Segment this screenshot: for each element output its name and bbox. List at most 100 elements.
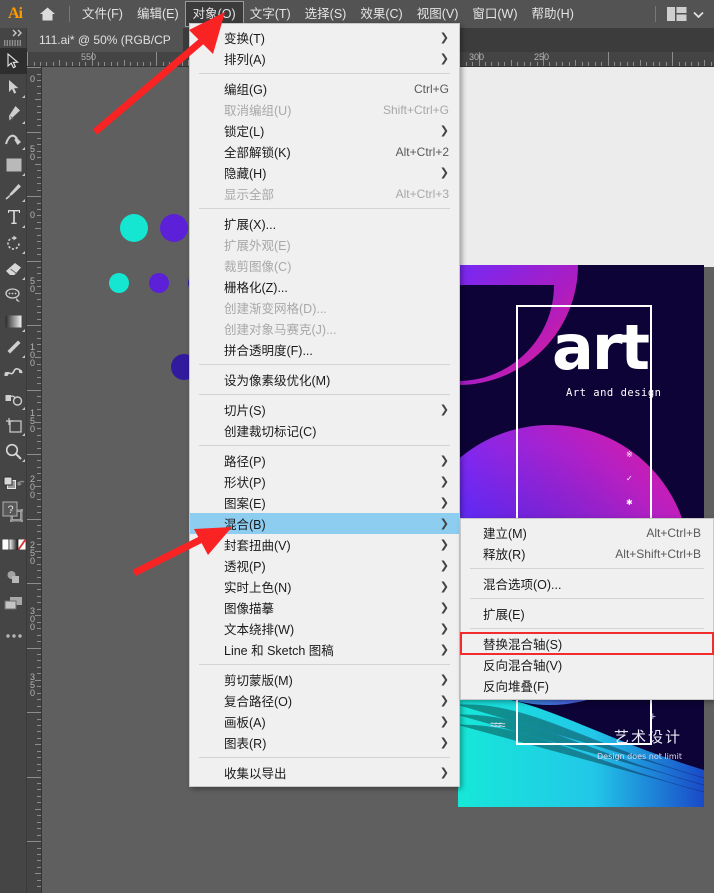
blend-tool[interactable] xyxy=(0,360,27,386)
vertical-ruler[interactable]: 0 50 0 50 100 150 200 250 300 350 xyxy=(27,67,42,893)
object-menu-item[interactable]: 栅格化(Z)... xyxy=(190,276,459,297)
menu-item-label: 栅格化(Z)... xyxy=(224,281,288,295)
rotate-tool[interactable] xyxy=(0,230,27,256)
menu-file[interactable]: 文件(F) xyxy=(75,2,130,26)
object-menu-item[interactable]: 编组(G) Ctrl+G xyxy=(190,78,459,99)
ruler-tick xyxy=(27,325,41,326)
blend-submenu-item[interactable]: 释放(R) Alt+Shift+Ctrl+B xyxy=(461,543,713,564)
collapse-panel-icon[interactable] xyxy=(0,28,26,38)
screen-mode-icon[interactable] xyxy=(0,590,27,616)
object-menu-item[interactable]: 透视(P) ❯ xyxy=(190,555,459,576)
ruler-tick xyxy=(37,395,41,397)
menu-item-shortcut: Alt+Ctrl+2 xyxy=(395,144,449,159)
ruler-tick xyxy=(37,505,41,507)
object-menu-item[interactable]: 扩展(X)... xyxy=(190,213,459,234)
object-menu-dropdown[interactable]: 变换(T) ❯ 排列(A) ❯ 编组(G) Ctrl+G 取消编组(U) Shift+Ctrl… xyxy=(189,23,460,787)
menu-separator xyxy=(199,73,450,74)
drawing-modes-icon[interactable] xyxy=(0,564,27,590)
object-menu-item[interactable]: 文本绕排(W) ❯ xyxy=(190,618,459,639)
drag-handle-icon[interactable] xyxy=(0,38,26,48)
ruler-tick xyxy=(575,60,577,66)
lasso-tool[interactable] xyxy=(0,282,27,308)
blend-submenu-item[interactable]: 反向堆叠(F) xyxy=(461,675,713,696)
type-tool[interactable] xyxy=(0,204,27,230)
eyedropper-tool[interactable] xyxy=(0,334,27,360)
document-tab[interactable]: 111.ai* @ 50% (RGB/CP xyxy=(27,28,183,52)
ruler-tick xyxy=(37,795,41,797)
object-menu-item[interactable]: 全部解锁(K) Alt+Ctrl+2 xyxy=(190,141,459,162)
blend-submenu[interactable]: 建立(M) Alt+Ctrl+B 释放(R) Alt+Shift+Ctrl+B 混合选项… xyxy=(460,518,714,700)
blend-submenu-item[interactable]: 建立(M) Alt+Ctrl+B xyxy=(461,522,713,543)
color-none-gradient-row[interactable] xyxy=(0,531,27,557)
object-menu-item[interactable]: Line 和 Sketch 图稿 ❯ xyxy=(190,639,459,660)
gradient-tool[interactable] xyxy=(0,308,27,334)
ruler-tick xyxy=(37,757,41,759)
ruler-tick xyxy=(156,52,157,66)
object-menu-item[interactable]: 封套扭曲(V) ❯ xyxy=(190,534,459,555)
curvature-tool[interactable] xyxy=(0,126,27,152)
object-menu-item[interactable]: 拼合透明度(F)... xyxy=(190,339,459,360)
object-menu-item[interactable]: 图表(R) ❯ xyxy=(190,732,459,753)
ruler-tick xyxy=(37,441,41,443)
object-menu-item[interactable]: 排列(A) ❯ xyxy=(190,48,459,69)
object-menu-item[interactable]: 实时上色(N) ❯ xyxy=(190,576,459,597)
menu-item-label: 图表(R) xyxy=(224,737,267,751)
object-menu-item[interactable]: 复合路径(O) ❯ xyxy=(190,690,459,711)
object-menu-item[interactable]: 形状(P) ❯ xyxy=(190,471,459,492)
ruler-tick xyxy=(37,499,41,501)
object-menu-item[interactable]: 设为像素级优化(M) xyxy=(190,369,459,390)
workspace-layout-icon xyxy=(667,7,687,21)
menu-item-label: 反向混合轴(V) xyxy=(483,659,563,673)
artboard-tool[interactable] xyxy=(0,412,27,438)
fill-stroke-swatches[interactable]: ? xyxy=(0,497,27,531)
tool-flyout-indicator xyxy=(22,173,25,176)
object-menu-item[interactable]: 剪切蒙版(M) ❯ xyxy=(190,669,459,690)
more-tools-icon[interactable] xyxy=(0,623,27,649)
tool-flyout-indicator xyxy=(22,277,25,280)
object-menu-item[interactable]: 锁定(L) ❯ xyxy=(190,120,459,141)
home-icon[interactable] xyxy=(30,0,64,28)
pen-tool[interactable] xyxy=(0,100,27,126)
poster-subtitle: Art and design xyxy=(566,387,662,399)
object-menu-item[interactable]: 收集以导出 ❯ xyxy=(190,762,459,783)
ruler-tick xyxy=(581,62,583,66)
ruler-tick xyxy=(33,62,35,66)
eraser-tool[interactable] xyxy=(0,256,27,282)
ruler-tick xyxy=(37,692,41,694)
paintbrush-tool[interactable] xyxy=(0,178,27,204)
object-menu-item[interactable]: 变换(T) ❯ xyxy=(190,27,459,48)
blend-submenu-item[interactable]: 替换混合轴(S) xyxy=(460,632,714,655)
workspace-switcher[interactable] xyxy=(650,6,714,22)
menu-item-label: 隐藏(H) xyxy=(224,167,267,181)
menu-item-label: 文本绕排(W) xyxy=(224,623,295,637)
object-menu-item[interactable]: 图像描摹 ❯ xyxy=(190,597,459,618)
menu-edit[interactable]: 编辑(E) xyxy=(130,2,186,26)
blend-circle[interactable] xyxy=(109,273,129,293)
ruler-tick xyxy=(37,699,41,701)
object-menu-item[interactable]: 图案(E) ❯ xyxy=(190,492,459,513)
menu-item-label: 形状(P) xyxy=(224,476,266,490)
zoom-tool[interactable] xyxy=(0,438,27,464)
menu-help[interactable]: 帮助(H) xyxy=(525,2,581,26)
object-menu-item[interactable]: 隐藏(H) ❯ xyxy=(190,162,459,183)
object-menu-item[interactable]: 画板(A) ❯ xyxy=(190,711,459,732)
object-menu-item[interactable]: 混合(B) ❯ xyxy=(190,513,459,534)
ruler-tick xyxy=(37,183,41,185)
change-screen-mode-icon[interactable] xyxy=(0,471,27,497)
ruler-tick xyxy=(37,750,41,752)
object-menu-item[interactable]: 路径(P) ❯ xyxy=(190,450,459,471)
menu-window[interactable]: 窗口(W) xyxy=(465,2,524,26)
rectangle-tool[interactable] xyxy=(0,152,27,178)
selection-tool[interactable] xyxy=(0,48,27,74)
direct-selection-tool[interactable] xyxy=(0,74,27,100)
blend-submenu-item[interactable]: 扩展(E) xyxy=(461,603,713,624)
object-menu-item[interactable]: 创建裁切标记(C) xyxy=(190,420,459,441)
blend-circle[interactable] xyxy=(149,273,169,293)
blend-circle[interactable] xyxy=(120,214,148,242)
object-menu-item[interactable]: 切片(S) ❯ xyxy=(190,399,459,420)
blend-submenu-item[interactable]: 反向混合轴(V) xyxy=(461,654,713,675)
poster-wave-mark: ≈≈≈ xyxy=(490,717,506,732)
blend-circle[interactable] xyxy=(160,214,188,242)
shape-builder-tool[interactable] xyxy=(0,386,27,412)
blend-submenu-item[interactable]: 混合选项(O)... xyxy=(461,573,713,594)
